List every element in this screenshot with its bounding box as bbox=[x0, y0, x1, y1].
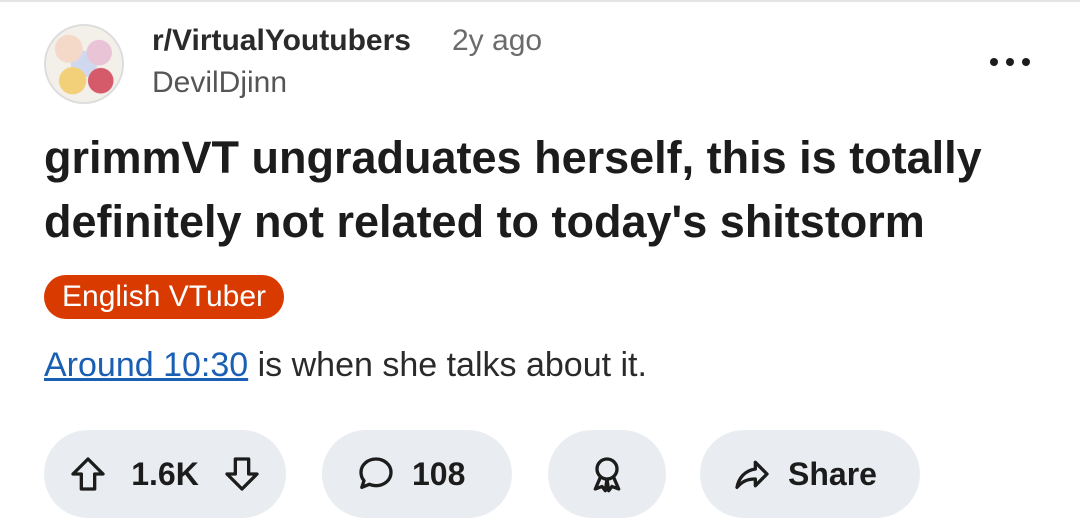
more-options-icon[interactable] bbox=[990, 58, 1030, 70]
post-flair[interactable]: English VTuber bbox=[44, 275, 284, 319]
vote-score: 1.6K bbox=[131, 455, 199, 492]
award-icon bbox=[587, 454, 627, 494]
post-age: 2y ago bbox=[452, 24, 543, 57]
share-arrow-icon bbox=[732, 454, 772, 494]
comment-count: 108 bbox=[412, 455, 466, 492]
author-name[interactable]: DevilDjinn bbox=[152, 66, 287, 100]
subreddit-name[interactable]: r/VirtualYoutubers bbox=[152, 24, 411, 58]
vote-bar: 1.6K bbox=[44, 430, 286, 518]
timestamp-link[interactable]: Around 10:30 bbox=[44, 346, 248, 384]
subreddit-avatar[interactable] bbox=[44, 24, 124, 104]
share-label: Share bbox=[788, 455, 877, 492]
share-button[interactable]: Share bbox=[700, 430, 920, 518]
post-title: grimmVT ungraduates herself, this is tot… bbox=[44, 132, 982, 247]
downvote-arrow-icon[interactable] bbox=[222, 454, 262, 494]
comment-bubble-icon bbox=[356, 454, 396, 494]
top-divider bbox=[0, 0, 1080, 2]
comments-button[interactable]: 108 bbox=[322, 430, 512, 518]
upvote-arrow-icon[interactable] bbox=[68, 454, 108, 494]
post-body: Around 10:30 is when she talks about it. bbox=[44, 346, 647, 385]
award-button[interactable] bbox=[548, 430, 666, 518]
post-body-text: is when she talks about it. bbox=[248, 346, 647, 384]
